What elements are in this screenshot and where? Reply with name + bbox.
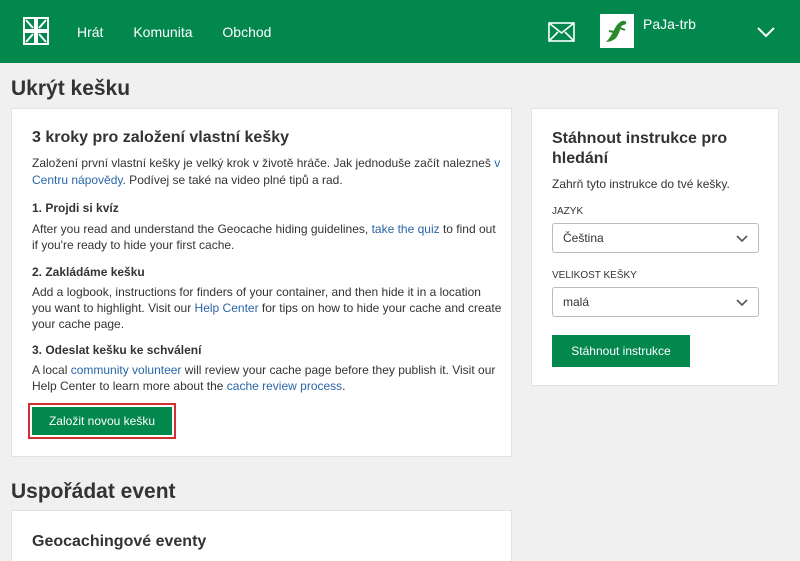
download-instructions-card: Stáhnout instrukce pro hledání Zahrň tyt… <box>531 108 779 386</box>
step3-title: 3. Odeslat kešku ke schválení <box>32 343 202 357</box>
step1-text: After you read and understand the Geocac… <box>32 222 496 252</box>
nav-play[interactable]: Hrát <box>77 24 103 40</box>
size-label: Velikost kešky <box>552 270 637 281</box>
events-card-title: Geocachingové eventy <box>32 533 207 550</box>
chevron-down-icon <box>736 235 748 243</box>
intro-text: Založení první vlastní kešky je velký kr… <box>32 156 501 187</box>
hide-cache-steps-card: 3 kroky pro založení vlastní kešky Založ… <box>11 108 512 457</box>
nav-shop[interactable]: Obchod <box>222 24 271 40</box>
geocaching-logo-icon[interactable] <box>23 17 49 45</box>
top-navigation-bar: Hrát Komunita Obchod PaJa-trb <box>0 0 800 63</box>
language-selected-value: Čeština <box>563 231 604 245</box>
cache-size-select[interactable]: malá <box>552 287 759 317</box>
step2-text: Add a logbook, instructions for finders … <box>32 285 502 331</box>
download-instructions-button[interactable]: Stáhnout instrukce <box>552 335 690 367</box>
step1-title: 1. Projdi si kvíz <box>32 201 119 215</box>
chevron-down-icon[interactable] <box>757 26 775 38</box>
take-quiz-link[interactable]: take the quiz <box>372 222 440 236</box>
community-volunteer-link[interactable]: community volunteer <box>71 363 182 377</box>
create-new-cache-button[interactable]: Založit novou kešku <box>32 407 172 435</box>
nav-community[interactable]: Komunita <box>133 24 192 40</box>
avatar[interactable] <box>600 14 634 48</box>
create-cache-button-highlight: Založit novou kešku <box>28 403 176 439</box>
mail-icon[interactable] <box>548 22 575 42</box>
cache-review-process-link[interactable]: cache review process <box>227 379 342 393</box>
chevron-down-icon <box>736 299 748 307</box>
download-title: Stáhnout instrukce pro hledání <box>552 130 728 167</box>
main-nav: Hrát Komunita Obchod <box>77 24 297 40</box>
geocaching-events-card: Geocachingové eventy <box>11 510 512 561</box>
username[interactable]: PaJa-trb <box>643 16 696 32</box>
download-description: Zahrň tyto instrukce do tvé kešky. <box>552 177 730 191</box>
size-selected-value: malá <box>563 295 590 309</box>
step2-title: 2. Zakládáme kešku <box>32 265 145 279</box>
steps-title: 3 kroky pro založení vlastní kešky <box>32 129 290 146</box>
step3-text: A local community volunteer will review … <box>32 363 496 393</box>
page-title: Ukrýt kešku <box>11 77 131 100</box>
event-section-title: Uspořádat event <box>11 480 176 503</box>
language-label: Jazyk <box>552 206 584 217</box>
language-select[interactable]: Čeština <box>552 223 759 253</box>
help-center-link-2[interactable]: Help Center <box>195 301 259 315</box>
